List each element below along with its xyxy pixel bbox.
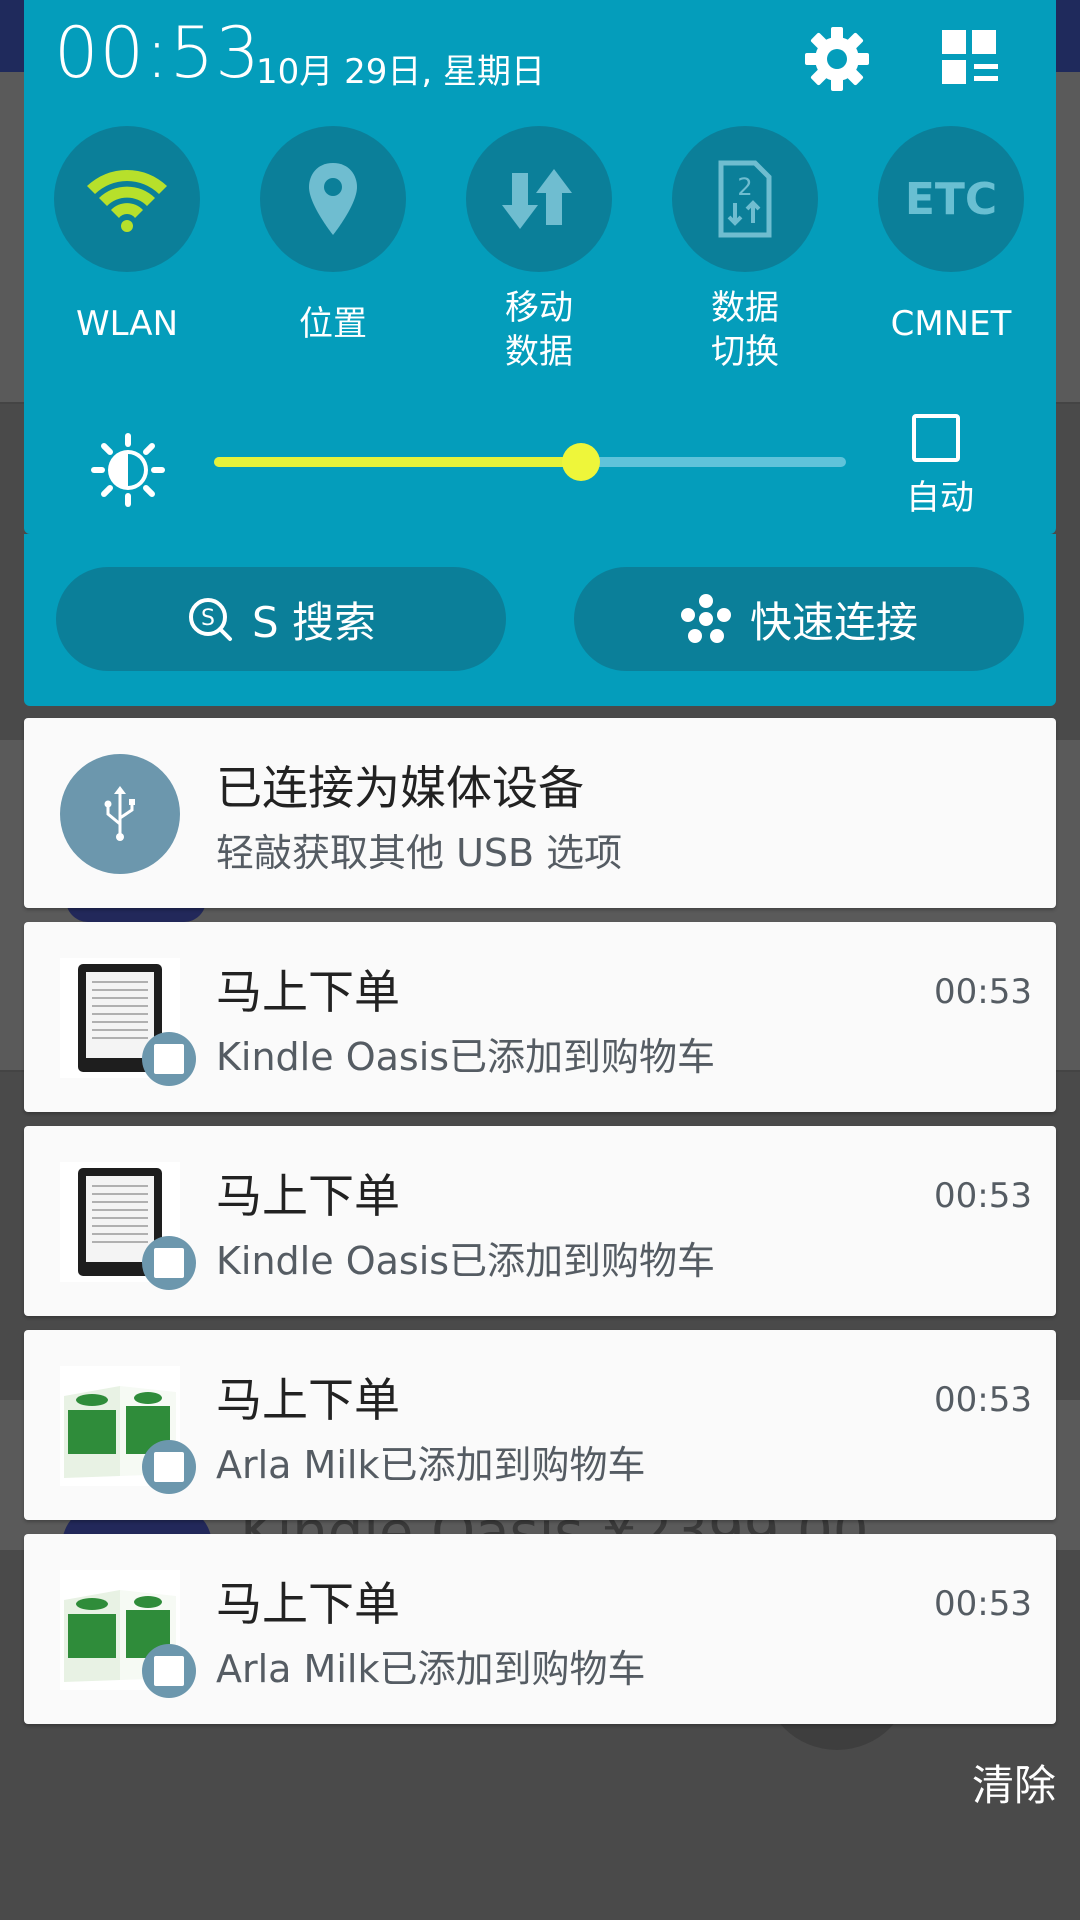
usb-icon (104, 786, 135, 841)
tile-cmnet-circle: ETC (878, 126, 1024, 272)
usb-notification-badge (60, 754, 180, 874)
quick-actions-bar: S S 搜索 快速连接 (24, 534, 1056, 706)
edit-tiles-button[interactable] (936, 24, 1006, 94)
usb-notification-title: 已连接为媒体设备 (216, 761, 584, 815)
tile-wlan-label: WLAN (75, 304, 179, 344)
quick-connect-button[interactable]: 快速连接 (574, 567, 1024, 671)
wifi-icon (87, 170, 167, 232)
tile-data-switch[interactable]: 2 数据 切换 (672, 126, 818, 374)
brightness-slider-thumb[interactable] (561, 443, 600, 481)
svg-text:2: 2 (737, 173, 752, 201)
tile-wlan[interactable]: WLAN (54, 126, 200, 346)
tile-data-switch-label-line2: 切换 (711, 332, 779, 372)
notification-text: Arla Milk已添加到购物车 (216, 1443, 646, 1487)
tile-location[interactable]: 位置 (260, 126, 406, 346)
brightness-slider[interactable] (214, 443, 846, 481)
notification-title: 马上下单 (216, 965, 400, 1019)
gear-icon (805, 27, 869, 91)
notification-text: Kindle Oasis已添加到购物车 (216, 1239, 716, 1283)
brightness-slider-fill (214, 457, 581, 467)
notification-card[interactable]: 马上下单 Arla Milk已添加到购物车 00:53 (24, 1330, 1056, 1520)
tile-mobile-data-label-line1: 移动 (505, 288, 573, 328)
grid-edit-icon (942, 30, 998, 84)
tile-mobile-data-circle (466, 126, 612, 272)
notification-title: 马上下单 (216, 1373, 400, 1427)
s-search-label: S 搜索 (251, 597, 376, 647)
tile-data-switch-label-line1: 数据 (711, 288, 779, 328)
notification-time: 00:53 (934, 972, 1032, 1012)
tile-location-circle (260, 126, 406, 272)
notification-time: 00:53 (934, 1584, 1032, 1624)
date: 10月 29日, 星期日 (256, 52, 545, 92)
app-badge-icon (142, 1644, 196, 1698)
tile-mobile-data[interactable]: 移动 数据 (466, 126, 612, 374)
auto-brightness-label: 自动 (906, 478, 974, 518)
quick-settings-panel: 00:53 10月 29日, 星期日 WLAN 位置 移动 数据 2 数据 切换… (24, 0, 1056, 534)
usb-notification-subtitle: 轻敲获取其他 USB 选项 (216, 831, 623, 875)
notification-title: 马上下单 (216, 1169, 400, 1223)
tile-data-switch-label: 数据 切换 (645, 286, 845, 374)
etc-icon: ETC (904, 173, 998, 225)
clear-notifications-button[interactable]: 清除 (972, 1752, 1056, 1813)
notification-card[interactable]: 马上下单 Kindle Oasis已添加到购物车 00:53 (24, 1126, 1056, 1316)
notification-time: 00:53 (934, 1176, 1032, 1216)
notification-time: 00:53 (934, 1380, 1032, 1420)
quick-connect-label: 快速连接 (749, 597, 918, 647)
auto-brightness-checkbox[interactable] (912, 414, 960, 462)
s-finder-icon: S (188, 598, 232, 641)
settings-button[interactable] (802, 24, 872, 94)
brightness-icon (88, 430, 168, 510)
clock: 00:53 (54, 12, 261, 94)
mobile-data-arrows-icon (502, 169, 572, 229)
tile-location-label: 位置 (299, 304, 367, 344)
notification-text: Arla Milk已添加到购物车 (216, 1647, 646, 1691)
tile-data-switch-circle: 2 (672, 126, 818, 272)
notification-card[interactable]: 马上下单 Kindle Oasis已添加到购物车 00:53 (24, 922, 1056, 1112)
app-badge-icon (142, 1236, 196, 1290)
notification-card[interactable]: 马上下单 Arla Milk已添加到购物车 00:53 (24, 1534, 1056, 1724)
sim-switch-icon: 2 (718, 160, 772, 238)
tile-mobile-data-label-line2: 数据 (505, 332, 573, 372)
notification-title: 马上下单 (216, 1577, 400, 1631)
quick-connect-icon (680, 594, 731, 643)
app-badge-icon (142, 1440, 196, 1494)
s-search-button[interactable]: S S 搜索 (56, 567, 506, 671)
tile-mobile-data-label: 移动 数据 (439, 286, 639, 374)
svg-text:S: S (201, 606, 215, 631)
usb-notification[interactable]: 已连接为媒体设备 轻敲获取其他 USB 选项 (24, 718, 1056, 908)
tile-cmnet-label: CMNET (890, 304, 1012, 344)
app-badge-icon (142, 1032, 196, 1086)
location-pin-icon (309, 163, 357, 235)
tile-wlan-circle (54, 126, 200, 272)
notification-text: Kindle Oasis已添加到购物车 (216, 1035, 716, 1079)
tile-cmnet[interactable]: ETC CMNET (878, 126, 1024, 346)
